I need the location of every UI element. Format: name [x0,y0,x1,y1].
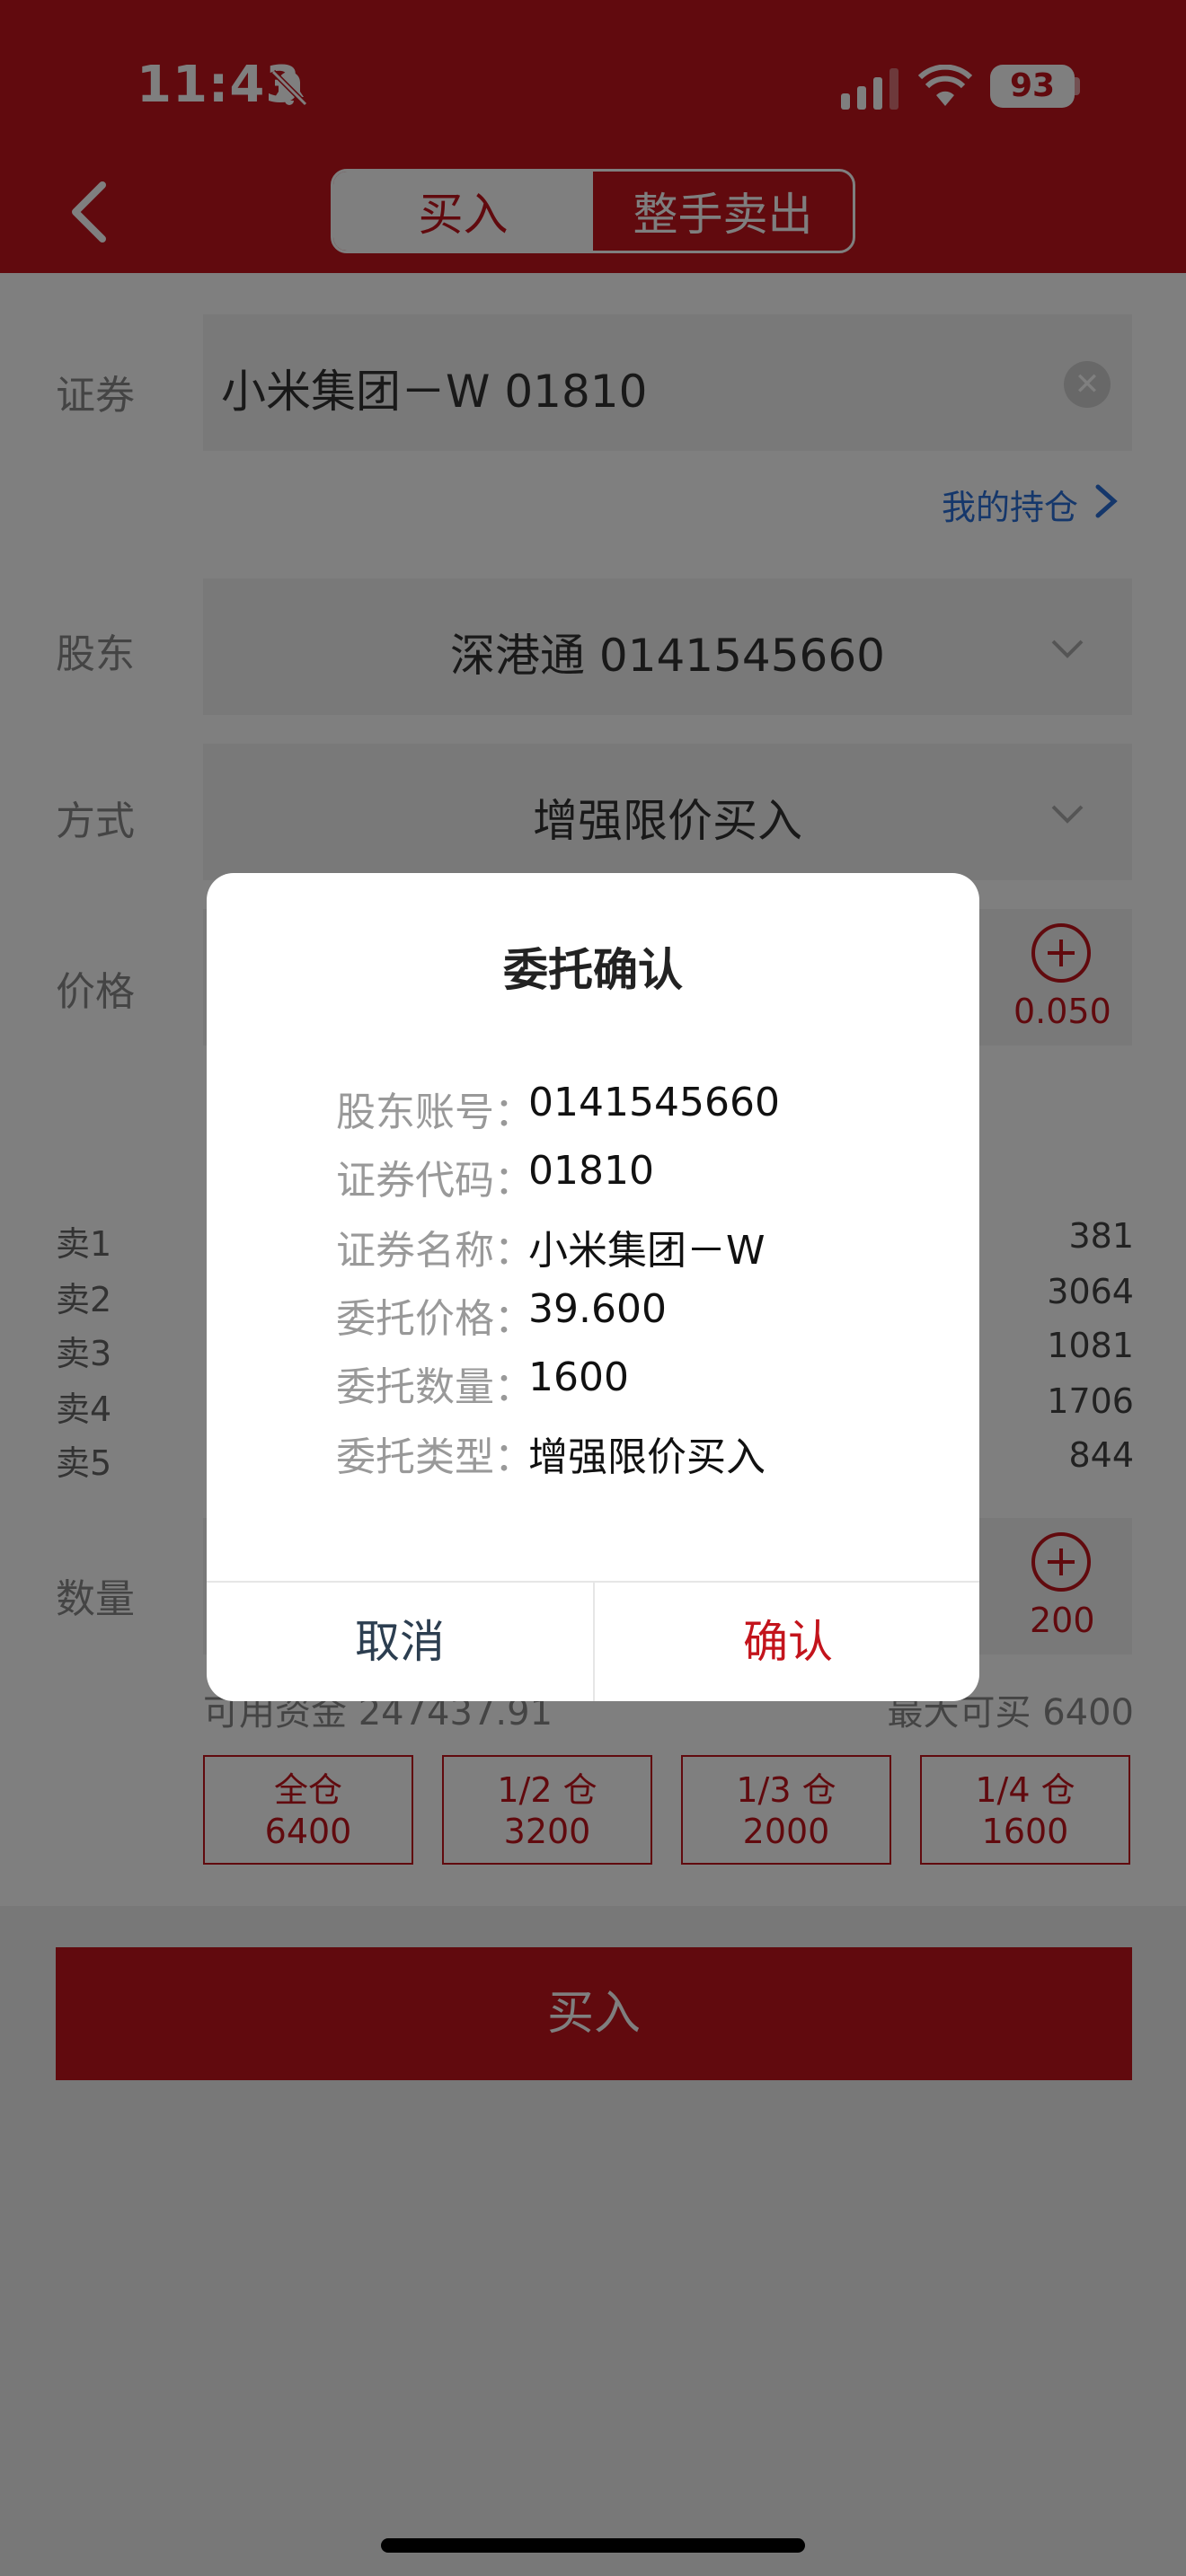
dialog-title: 委托确认 [503,944,683,996]
row-key: 委托价格： [336,1296,534,1342]
cancel-button[interactable]: 取消 [207,1583,593,1701]
row-value: 01810 [528,1148,654,1194]
dialog-row: 委托类型： 增强限价买入 [207,1425,979,1480]
row-value: 小米集团－W [528,1228,766,1274]
dialog-row: 证券名称： 小米集团－W [207,1218,979,1274]
dialog-row: 股东账号： 0141545660 [207,1080,979,1135]
dialog-row: 委托数量： 1600 [207,1354,979,1410]
row-key: 股东账号： [336,1090,534,1135]
row-key: 委托类型： [336,1434,534,1480]
row-value: 39.600 [528,1286,667,1332]
home-indicator[interactable] [381,2538,805,2553]
row-value: 0141545660 [528,1080,780,1125]
order-confirm-dialog: 委托确认 股东账号： 0141545660 证券代码： 01810 证券名称： … [207,873,979,1701]
row-value: 增强限价买入 [528,1434,766,1480]
row-key: 证券名称： [336,1228,534,1274]
dialog-row: 委托价格： 39.600 [207,1286,979,1342]
row-key: 委托数量： [336,1364,534,1410]
row-key: 证券代码： [336,1158,534,1204]
dialog-row: 证券代码： 01810 [207,1148,979,1204]
confirm-button[interactable]: 确认 [595,1583,979,1701]
row-value: 1600 [528,1354,629,1400]
